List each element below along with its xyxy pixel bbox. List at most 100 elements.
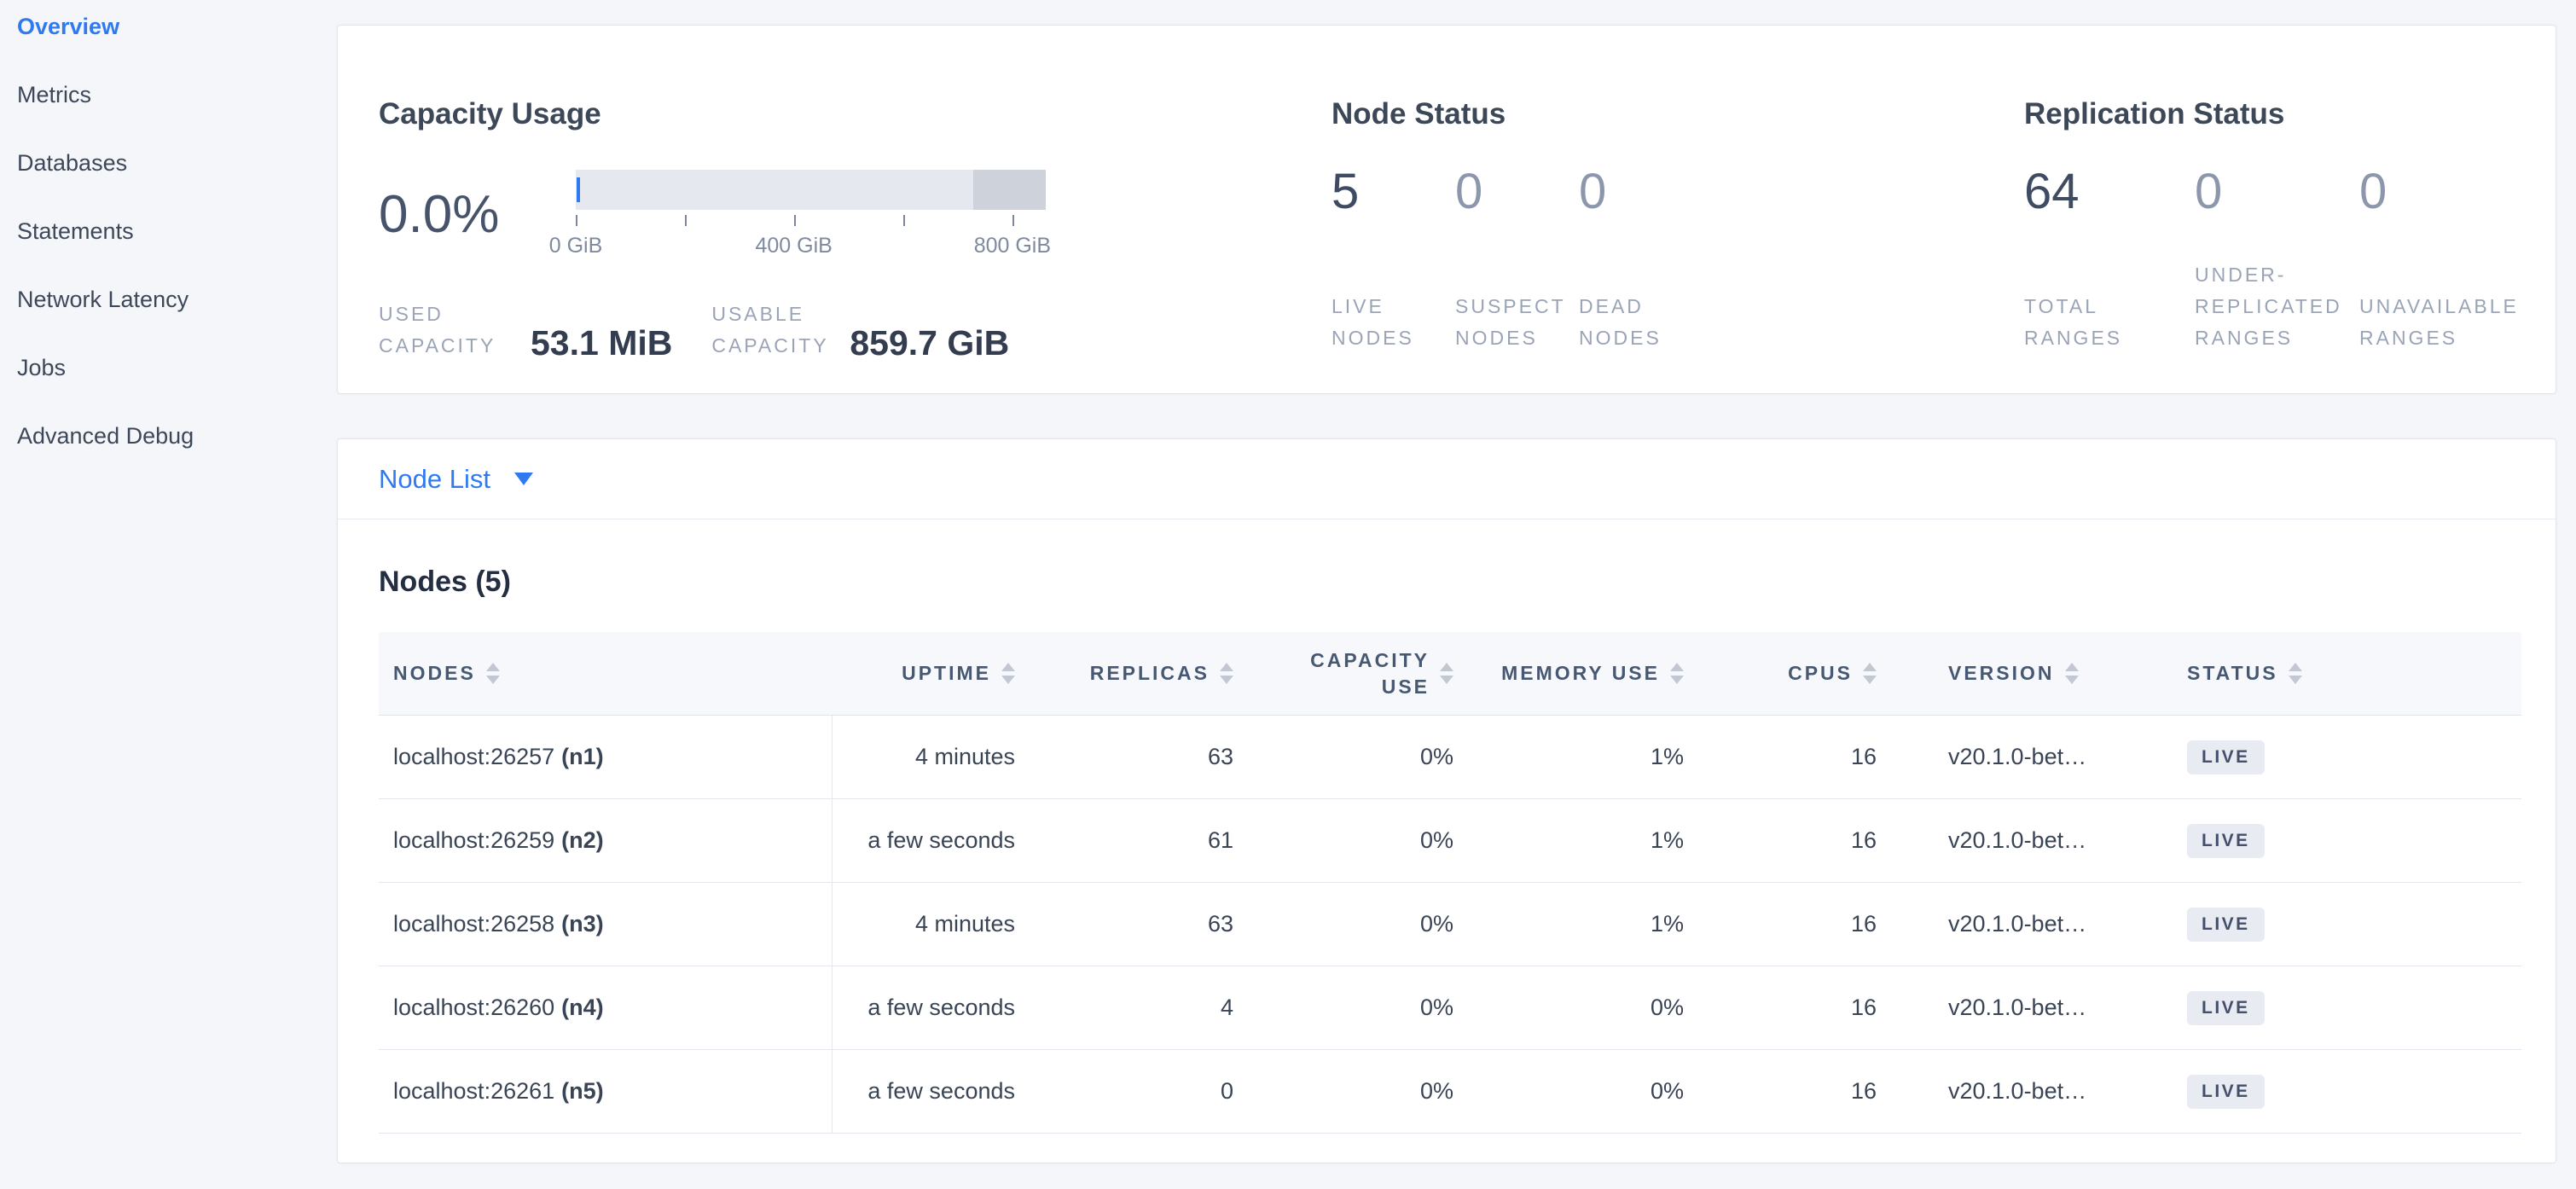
uptime-cell: 4 minutes [833, 883, 1034, 966]
sidebar-item-advanced-debug[interactable]: Advanced Debug [17, 402, 324, 470]
sidebar-item-jobs[interactable]: Jobs [17, 334, 324, 402]
sidebar-item-label: Network Latency [17, 287, 189, 313]
usable-capacity-value: 859.7 GiB [850, 324, 1009, 362]
total-ranges-value: 64 [2024, 167, 2195, 217]
capacity-usage-section: Capacity Usage 0.0% 0 GiB 400 GiB 800 Gi… [379, 26, 1300, 393]
sort-icon [1220, 663, 1233, 684]
cpus-cell: 16 [1714, 966, 1897, 1049]
capacity-usage-title: Capacity Usage [379, 97, 601, 131]
sort-icon [1670, 663, 1684, 684]
live-nodes-stat: 5 LIVE NODES [1332, 167, 1455, 354]
live-nodes-value: 5 [1332, 167, 1455, 217]
column-header-replicas[interactable]: REPLICAS [1034, 632, 1254, 715]
node-address-cell[interactable]: localhost:26259(n2) [379, 799, 833, 882]
unavailable-ranges-stat: 0 UNAVAILABLE RANGES [2359, 167, 2557, 354]
status-cell: LIVE [2136, 966, 2521, 1049]
table-row: localhost:26257(n1) 4 minutes 63 0% 1% 1… [379, 716, 2521, 799]
sort-icon [486, 663, 500, 684]
version-cell: v20.1.0-bet… [1897, 883, 2136, 966]
replicas-cell: 61 [1034, 799, 1254, 882]
suspect-nodes-stat: 0 SUSPECT NODES [1455, 167, 1579, 354]
sidebar-item-label: Jobs [17, 355, 66, 381]
column-header-status[interactable]: STATUS [2136, 632, 2521, 715]
capacity-stats: USED CAPACITY 53.1 MiB USABLE CAPACITY 8… [379, 299, 1009, 362]
sidebar-item-label: Databases [17, 150, 127, 177]
usable-capacity-label: USABLE CAPACITY [711, 299, 850, 362]
replication-stats: 64 TOTAL RANGES 0 UNDER-REPLICATED RANGE… [2024, 167, 2557, 354]
node-id: (n5) [561, 1078, 604, 1105]
unavailable-ranges-value: 0 [2359, 167, 2557, 217]
dead-nodes-label: DEAD NODES [1579, 291, 1703, 354]
version-cell: v20.1.0-bet… [1897, 716, 2136, 798]
status-badge: LIVE [2187, 991, 2265, 1025]
axis-label: 400 GiB [755, 234, 832, 258]
status-cell: LIVE [2136, 883, 2521, 966]
column-header-uptime[interactable]: UPTIME [833, 632, 1034, 715]
sidebar-item-statements[interactable]: Statements [17, 197, 324, 265]
under-replicated-ranges-stat: 0 UNDER-REPLICATED RANGES [2195, 167, 2359, 354]
cpus-cell: 16 [1714, 883, 1897, 966]
cpus-cell: 16 [1714, 799, 1897, 882]
column-header-cpus[interactable]: CPUS [1714, 632, 1897, 715]
sidebar-item-overview[interactable]: Overview [17, 0, 324, 61]
node-id: (n2) [561, 827, 604, 854]
chevron-down-icon [514, 473, 533, 485]
table-row: localhost:26261(n5) a few seconds 0 0% 0… [379, 1050, 2521, 1134]
replicas-cell: 63 [1034, 716, 1254, 798]
suspect-nodes-label: SUSPECT NODES [1455, 291, 1579, 354]
node-list-card: Node List Nodes (5) NODES UPTIME REPLICA… [337, 438, 2556, 1163]
version-cell: v20.1.0-bet… [1897, 799, 2136, 882]
node-id: (n4) [561, 995, 604, 1021]
uptime-cell: a few seconds [833, 1050, 1034, 1133]
nodes-table: NODES UPTIME REPLICAS CAPACITY USE MEMOR… [379, 632, 2521, 1134]
used-capacity-label: USED CAPACITY [379, 299, 531, 362]
unavailable-ranges-label: UNAVAILABLE RANGES [2359, 291, 2557, 354]
memory-use-cell: 0% [1484, 1050, 1714, 1133]
node-id: (n1) [561, 744, 604, 770]
capacity-use-cell: 0% [1254, 883, 1484, 966]
status-badge: LIVE [2187, 824, 2265, 858]
total-ranges-label: TOTAL RANGES [2024, 291, 2195, 354]
sidebar-item-label: Statements [17, 218, 134, 245]
sidebar-item-metrics[interactable]: Metrics [17, 61, 324, 129]
node-address-cell[interactable]: localhost:26261(n5) [379, 1050, 833, 1133]
dead-nodes-value: 0 [1579, 167, 1703, 217]
node-address-cell[interactable]: localhost:26258(n3) [379, 883, 833, 966]
status-cell: LIVE [2136, 716, 2521, 798]
capacity-used-marker [577, 177, 580, 202]
capacity-percent: 0.0% [379, 184, 499, 245]
under-replicated-ranges-value: 0 [2195, 167, 2359, 217]
capacity-gauge-dark-segment [973, 170, 1046, 210]
uptime-cell: 4 minutes [833, 716, 1034, 798]
table-row: localhost:26259(n2) a few seconds 61 0% … [379, 799, 2521, 883]
sidebar-item-label: Overview [17, 14, 119, 40]
sidebar-item-network-latency[interactable]: Network Latency [17, 265, 324, 334]
column-header-capacity-use[interactable]: CAPACITY USE [1254, 632, 1484, 715]
node-id: (n3) [561, 911, 604, 937]
version-cell: v20.1.0-bet… [1897, 1050, 2136, 1133]
node-list-dropdown[interactable]: Node List [338, 439, 2556, 519]
column-header-version[interactable]: VERSION [1897, 632, 2136, 715]
overview-page: Overview Metrics Databases Statements Ne… [0, 0, 2576, 1189]
sidebar-item-databases[interactable]: Databases [17, 129, 324, 197]
dead-nodes-stat: 0 DEAD NODES [1579, 167, 1703, 354]
total-ranges-stat: 64 TOTAL RANGES [2024, 167, 2195, 354]
node-address-cell[interactable]: localhost:26260(n4) [379, 966, 833, 1049]
column-header-nodes[interactable]: NODES [379, 632, 833, 715]
node-address-cell[interactable]: localhost:26257(n1) [379, 716, 833, 798]
cpus-cell: 16 [1714, 1050, 1897, 1133]
sidebar-nav: Overview Metrics Databases Statements Ne… [17, 0, 324, 470]
status-cell: LIVE [2136, 1050, 2521, 1133]
memory-use-cell: 1% [1484, 799, 1714, 882]
capacity-use-cell: 0% [1254, 799, 1484, 882]
column-header-memory-use[interactable]: MEMORY USE [1484, 632, 1714, 715]
capacity-use-cell: 0% [1254, 1050, 1484, 1133]
sidebar: Overview Metrics Databases Statements Ne… [0, 0, 324, 1189]
suspect-nodes-value: 0 [1455, 167, 1579, 217]
memory-use-cell: 1% [1484, 883, 1714, 966]
cluster-summary-card: Capacity Usage 0.0% 0 GiB 400 GiB 800 Gi… [337, 25, 2556, 394]
capacity-use-cell: 0% [1254, 966, 1484, 1049]
sidebar-item-label: Advanced Debug [17, 423, 194, 450]
axis-label: 0 GiB [549, 234, 603, 258]
sort-icon [1440, 663, 1453, 684]
